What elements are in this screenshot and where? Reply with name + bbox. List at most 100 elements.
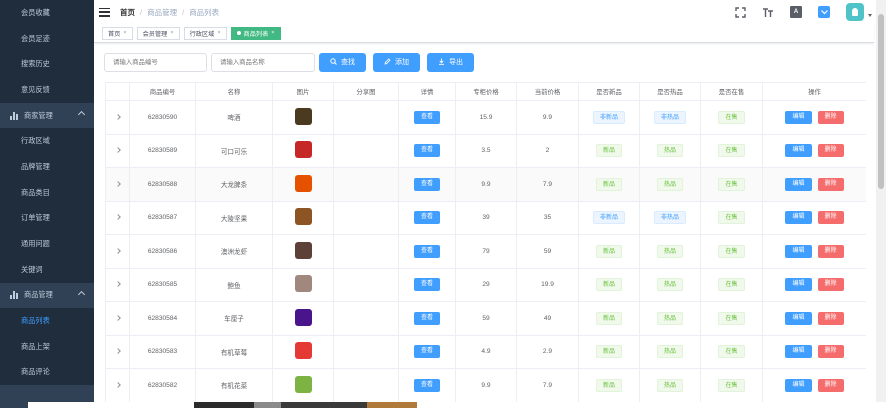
goods-thumbnail[interactable] (294, 241, 312, 259)
sidebar-item[interactable]: 会员足迹 (0, 25, 94, 52)
goods-thumbnail[interactable] (294, 308, 312, 326)
chevron-right-icon[interactable] (114, 113, 121, 120)
tag-item[interactable]: 首页 × (102, 26, 133, 40)
chevron-down-icon[interactable] (818, 6, 830, 18)
on-sale-cell: 在售 (700, 267, 763, 302)
chevron-right-icon[interactable] (114, 314, 121, 321)
sidebar-item[interactable]: 商品上架 (0, 333, 94, 360)
hamburger-menu-icon[interactable] (99, 7, 110, 17)
goods-sn-input[interactable] (104, 52, 207, 72)
chevron-right-icon[interactable] (114, 281, 121, 288)
sidebar-item[interactable]: 品牌管理 (0, 154, 94, 180)
breadcrumb-item[interactable]: 首页 (120, 7, 135, 18)
share-image-cell (333, 167, 399, 202)
view-button[interactable]: 查看 (413, 144, 440, 158)
sidebar-item[interactable]: 行政区域 (0, 128, 94, 155)
chevron-right-icon[interactable] (114, 214, 121, 221)
tag-item[interactable]: 会员管理 × (136, 26, 180, 40)
goods-thumbnail[interactable] (294, 208, 312, 226)
view-button[interactable]: 查看 (413, 211, 440, 225)
chevron-right-icon[interactable] (114, 348, 121, 355)
delete-button[interactable]: 删除 (817, 211, 844, 225)
expand-cell[interactable] (105, 167, 130, 202)
add-button[interactable]: 添加 (373, 52, 420, 72)
delete-button[interactable]: 删除 (817, 177, 844, 191)
goods-thumbnail[interactable] (294, 141, 312, 159)
status-badge: 新品 (595, 144, 622, 158)
close-icon[interactable]: × (217, 30, 220, 36)
expand-cell[interactable] (105, 368, 130, 403)
delete-button[interactable]: 删除 (817, 311, 844, 325)
sidebar-item[interactable]: 搜索历史 (0, 51, 94, 78)
view-button[interactable]: 查看 (413, 378, 440, 392)
view-button[interactable]: 查看 (413, 345, 440, 359)
expand-cell[interactable] (105, 301, 130, 336)
sidebar-item[interactable]: 订单管理 (0, 205, 94, 232)
view-button[interactable]: 查看 (413, 110, 440, 124)
edit-button[interactable]: 编辑 (785, 144, 812, 158)
sidebar-item[interactable]: 通用问题 (0, 231, 94, 257)
sidebar-item[interactable]: 会员收藏 (0, 0, 94, 26)
delete-button[interactable]: 删除 (817, 378, 844, 392)
goods-thumbnail[interactable] (294, 375, 312, 393)
view-button[interactable]: 查看 (413, 244, 440, 258)
chevron-right-icon[interactable] (114, 381, 121, 388)
sidebar-group-merchant[interactable]: 商家管理 (0, 103, 94, 129)
close-icon[interactable]: × (123, 30, 126, 36)
goods-thumbnail[interactable] (294, 107, 312, 125)
tag-item[interactable]: 商品列表 × (230, 26, 281, 40)
expand-cell[interactable] (105, 133, 130, 168)
table-header: 商品编号 名称 图片 分享图 详情 专柜价格 当前价格 是否新品 是否热品 是否在售 操作 (105, 82, 866, 101)
sidebar-item[interactable]: 关键词 (0, 256, 94, 283)
tag-label: 会员管理 (142, 30, 168, 38)
tag-item[interactable]: 行政区域 × (183, 26, 227, 40)
expand-cell[interactable] (105, 334, 130, 369)
view-button[interactable]: 查看 (413, 311, 440, 325)
export-button[interactable]: 导出 (427, 52, 474, 72)
edit-button[interactable]: 编辑 (785, 278, 812, 292)
close-icon[interactable]: × (271, 30, 274, 36)
edit-button[interactable]: 编辑 (785, 345, 812, 359)
delete-button[interactable]: 删除 (817, 278, 844, 292)
sidebar-item[interactable]: 商品类目 (0, 179, 94, 206)
chevron-right-icon[interactable] (114, 147, 121, 154)
vertical-scrollbar[interactable] (876, 0, 886, 408)
tag-label: 商品列表 (243, 30, 269, 38)
expand-cell[interactable] (105, 234, 130, 269)
close-icon[interactable]: × (170, 30, 173, 36)
goods-thumbnail[interactable] (294, 174, 312, 192)
chart-icon (10, 111, 18, 120)
caret-down-icon[interactable] (868, 13, 872, 17)
delete-button[interactable]: 删除 (817, 244, 844, 258)
size-select-icon[interactable]: A (790, 6, 802, 18)
delete-button[interactable]: 删除 (817, 110, 844, 124)
expand-cell[interactable] (105, 267, 130, 302)
avatar[interactable] (846, 3, 864, 21)
edit-button[interactable]: 编辑 (785, 378, 812, 392)
fullscreen-icon[interactable] (734, 6, 746, 18)
view-button[interactable]: 查看 (413, 177, 440, 191)
chevron-right-icon[interactable] (114, 180, 121, 187)
edit-button[interactable]: 编辑 (785, 311, 812, 325)
view-button[interactable]: 查看 (413, 278, 440, 292)
sidebar-item[interactable]: 意见反馈 (0, 77, 94, 103)
delete-button[interactable]: 删除 (817, 144, 844, 158)
chevron-right-icon[interactable] (114, 247, 121, 254)
scrollbar-thumb[interactable] (878, 14, 884, 189)
delete-button[interactable]: 删除 (817, 345, 844, 359)
sidebar-item[interactable]: 商品列表 (0, 308, 94, 334)
goods-thumbnail[interactable] (294, 342, 312, 360)
edit-button[interactable]: 编辑 (785, 244, 812, 258)
sidebar-group-goods[interactable]: 商品管理 (0, 283, 94, 309)
table-row: 62830585 鲍鱼 查看 29 19.9 新品 热品 在售 编辑 删除 (105, 267, 866, 302)
sidebar-item[interactable]: 商品评论 (0, 359, 94, 386)
font-size-icon[interactable] (762, 6, 774, 18)
goods-thumbnail[interactable] (294, 275, 312, 293)
edit-button[interactable]: 编辑 (785, 211, 812, 225)
search-button[interactable]: 查找 (319, 52, 366, 72)
expand-cell[interactable] (105, 100, 130, 135)
goods-name-input[interactable] (211, 52, 315, 72)
edit-button[interactable]: 编辑 (785, 110, 812, 124)
edit-button[interactable]: 编辑 (785, 177, 812, 191)
expand-cell[interactable] (105, 200, 130, 235)
